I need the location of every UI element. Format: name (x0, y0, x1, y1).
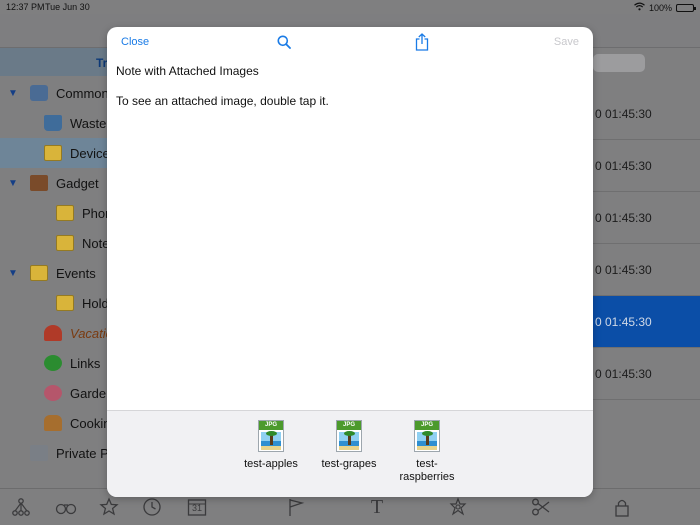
file-type-tag: JPG (337, 421, 361, 430)
note-body[interactable]: To see an attached image, double tap it. (116, 94, 329, 108)
sidebar-item-label: Device (70, 145, 110, 161)
calendar-icon: 31 (187, 497, 207, 517)
jpg-file-icon: JPG (258, 420, 284, 452)
lock-icon (612, 497, 632, 517)
globe-icon (44, 355, 62, 371)
lock-icon (30, 445, 48, 461)
disclosure-triangle-icon: ▼ (8, 267, 18, 279)
flower-icon (44, 385, 62, 401)
battery-icon (676, 3, 696, 12)
list-row-time: 0 01:45:30 (593, 348, 700, 400)
flag-icon (286, 497, 306, 517)
close-button[interactable]: Close (121, 36, 149, 48)
sidebar-tab-label: Tr (96, 56, 108, 70)
folder-icon (30, 265, 48, 281)
jpg-file-icon: JPG (414, 420, 440, 452)
attachment-name: test-apples (244, 458, 298, 470)
modal-toolbar: Close Save (107, 27, 593, 59)
attachment-name: test- raspberries (399, 458, 455, 483)
binoculars-icon (55, 497, 77, 517)
tree-icon (11, 497, 31, 517)
trash-icon (44, 115, 62, 131)
status-date: Tue Jun 30 (45, 2, 90, 12)
folder-icon (56, 295, 74, 311)
list-row-time: 0 01:45:30 (593, 244, 700, 296)
clock-icon (142, 497, 162, 517)
list-row-time: 0 01:45:30 (593, 140, 700, 192)
speaker-icon (30, 175, 48, 191)
disclosure-triangle-icon: ▼ (8, 177, 18, 189)
scissors-icon (531, 497, 551, 517)
list-search-field (593, 54, 645, 72)
battery-percent: 100% (648, 2, 672, 13)
sidebar-item-label: Gadget (56, 175, 99, 191)
list-row-time: 0 01:45:30 (593, 88, 700, 140)
status-bar: 12:37 PM Tue Jun 30 100% (0, 0, 700, 14)
list-row-time: 0 01:45:30 (593, 192, 700, 244)
status-time: 12:37 PM (6, 2, 45, 12)
stack-icon (30, 85, 48, 101)
text-icon: T (370, 496, 384, 518)
wifi-icon (634, 2, 645, 13)
burger-icon (44, 415, 62, 431)
share-icon[interactable] (415, 33, 429, 51)
attachment-name: test-grapes (321, 458, 377, 470)
sidebar-item-label: Links (70, 355, 101, 371)
search-icon[interactable] (277, 35, 291, 49)
attachments-bar: JPG test-apples JPG test-grapes JPG test- ras… (107, 410, 593, 497)
note-modal: Close Save Note with Attached Images To … (107, 27, 593, 497)
list-row-time: 0 01:45:30 (593, 296, 700, 348)
attachment-item[interactable]: JPG test-apples (235, 420, 307, 471)
save-button[interactable]: Save (554, 36, 579, 48)
file-type-tag: JPG (415, 421, 439, 430)
calendar-day: 31 (191, 503, 202, 513)
star-icon (99, 497, 119, 517)
jpg-file-icon: JPG (336, 420, 362, 452)
status-right: 100% (634, 2, 696, 13)
attachment-item[interactable]: JPG test-grapes (313, 420, 385, 471)
file-type-tag: JPG (259, 421, 283, 430)
note-title[interactable]: Note with Attached Images (116, 64, 259, 78)
folder-icon (56, 235, 74, 251)
attachment-item[interactable]: JPG test- raspberries (391, 420, 463, 484)
flower-badge-icon (448, 497, 468, 517)
sidebar-item-label: Common (56, 85, 109, 101)
disclosure-triangle-icon: ▼ (8, 87, 18, 99)
folder-icon (44, 145, 62, 161)
folder-icon (56, 205, 74, 221)
umbrella-icon (44, 325, 62, 341)
sidebar-item-label: Events (56, 265, 96, 281)
